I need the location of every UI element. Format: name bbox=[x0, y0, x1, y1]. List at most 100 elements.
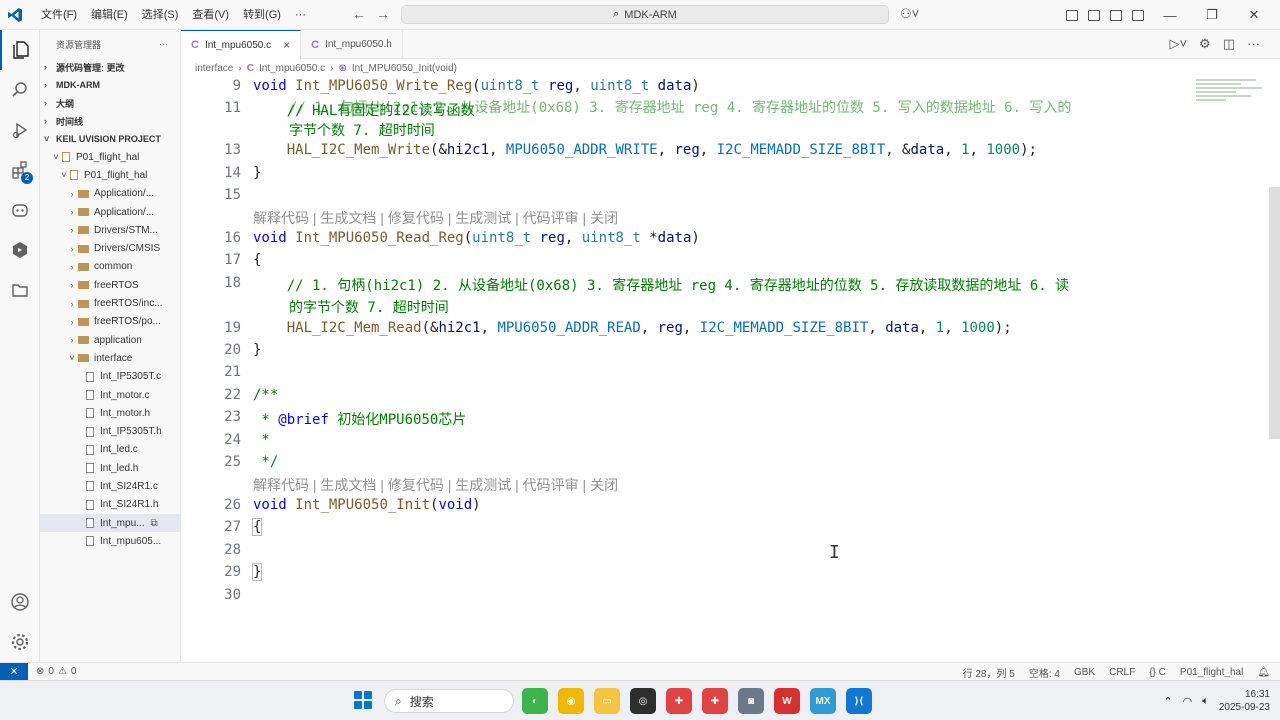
function-icon: ⊛ bbox=[338, 62, 347, 74]
more-actions-icon[interactable]: ··· bbox=[1247, 36, 1260, 52]
tree-folder-item[interactable]: › application bbox=[40, 331, 180, 349]
copilot-icon[interactable]: ⚇˅ bbox=[900, 6, 919, 22]
split-editor-icon[interactable]: ◫ bbox=[1223, 36, 1235, 52]
account-icon[interactable] bbox=[0, 582, 40, 622]
chevron-down-icon: ˅ bbox=[61, 170, 67, 181]
code-editor[interactable]: 9 11 13 14 15 16 17 18 19 20 21 22 23 24… bbox=[181, 77, 1280, 662]
chevron-right-icon: › bbox=[330, 62, 334, 74]
tree-folder-item[interactable]: › Application/... bbox=[40, 203, 180, 221]
chevron-up-icon[interactable]: ⌃ bbox=[1163, 695, 1172, 708]
tree-folder-item[interactable]: ˅ P01_flight_hal bbox=[40, 166, 180, 184]
app-icon[interactable]: ✚ bbox=[702, 688, 728, 714]
tab-int-mpu6050-h[interactable]: C Int_mpu6050.h bbox=[301, 30, 403, 59]
menu-selection[interactable]: 选择(S) bbox=[135, 0, 186, 30]
tree-file-item[interactable]: Int_SI24R1.h bbox=[40, 496, 180, 514]
menu-go[interactable]: 转到(G) bbox=[236, 0, 288, 30]
folder-icon[interactable] bbox=[0, 270, 40, 310]
widgets-icon[interactable]: ◐ bbox=[522, 688, 548, 714]
tree-folder-item[interactable]: › Drivers/STM... bbox=[40, 221, 180, 239]
copilot-chat-icon[interactable] bbox=[0, 190, 40, 230]
chrome-icon[interactable]: ◉ bbox=[558, 688, 584, 714]
tree-folder-item[interactable]: › freeRTOS/po... bbox=[40, 313, 180, 331]
menu-more[interactable]: ··· bbox=[288, 0, 313, 30]
forward-arrow-icon[interactable]: → bbox=[376, 6, 390, 22]
extensions-icon[interactable]: 2 bbox=[0, 150, 40, 190]
menu-file[interactable]: 文件(F) bbox=[34, 0, 84, 30]
settings-gear-icon[interactable]: ⚙ bbox=[1199, 36, 1211, 52]
tree-folder-item[interactable]: ˅ P01_flight_hal bbox=[40, 148, 180, 166]
section-outline[interactable]: › 大纲 bbox=[40, 94, 180, 112]
close-icon[interactable]: × bbox=[283, 38, 290, 52]
tree-file-item[interactable]: Int_motor.c bbox=[40, 386, 180, 404]
codelens-actions[interactable]: 解释代码 | 生成文档 | 修复代码 | 生成测试 | 代码评审 | 关闭 bbox=[253, 475, 618, 495]
tree-file-item[interactable]: Int_mpu... ⧉ bbox=[40, 513, 180, 533]
explorer-icon[interactable] bbox=[0, 30, 40, 70]
section-mdk-arm[interactable]: › MDK-ARM bbox=[40, 76, 180, 94]
minimap[interactable] bbox=[1196, 77, 1266, 117]
tab-int-mpu6050-c[interactable]: C Int_mpu6050.c × bbox=[181, 30, 302, 59]
language-mode[interactable]: {} C bbox=[1149, 667, 1166, 678]
wifi-icon[interactable]: ◠ bbox=[1183, 695, 1193, 708]
open-to-side-icon[interactable]: ⧉ bbox=[150, 518, 157, 529]
toggle-panel-icon[interactable] bbox=[1110, 9, 1122, 21]
taskbar-search[interactable]: ⌕ 搜索 bbox=[384, 689, 514, 713]
breadcrumb-symbol[interactable]: Int_MPU6050_Init(void) bbox=[352, 63, 457, 74]
indentation[interactable]: 空格: 4 bbox=[1029, 665, 1060, 680]
tree-folder-item[interactable]: › freeRTOS/inc... bbox=[40, 294, 180, 312]
tree-item-label: Drivers/CMSIS bbox=[94, 243, 161, 255]
app-icon[interactable]: ◎ bbox=[630, 688, 656, 714]
windows-start-icon[interactable] bbox=[354, 691, 372, 709]
tree-file-item[interactable]: Int_led.h bbox=[40, 459, 180, 477]
remote-explorer-icon[interactable] bbox=[0, 230, 40, 270]
command-center-search[interactable]: ⌕ MDK-ARM bbox=[401, 5, 889, 24]
back-arrow-icon[interactable]: ← bbox=[352, 6, 366, 22]
app-icon[interactable]: ✚ bbox=[666, 688, 692, 714]
breadcrumb-folder[interactable]: interface bbox=[195, 63, 233, 74]
tree-folder-item[interactable]: › Drivers/CMSIS bbox=[40, 239, 180, 257]
problems-indicator[interactable]: ⊗ 0 ⚠ 0 bbox=[36, 666, 76, 677]
breadcrumb-file[interactable]: Int_mpu6050.c bbox=[259, 63, 325, 74]
clock[interactable]: 16:31 2025-09-23 bbox=[1219, 688, 1270, 714]
layout-icon[interactable] bbox=[1066, 9, 1078, 21]
tree-folder-item[interactable]: › Application/... bbox=[40, 185, 180, 203]
stm32cubemx-icon[interactable]: MX bbox=[810, 688, 836, 714]
tree-folder-item[interactable]: › freeRTOS bbox=[40, 276, 180, 294]
vscode-taskbar-icon[interactable]: ⟩⟨ bbox=[846, 688, 872, 714]
file-explorer-icon[interactable]: ▭ bbox=[594, 688, 620, 714]
section-timeline[interactable]: › 时间线 bbox=[40, 112, 180, 130]
toggle-sidebar-icon[interactable] bbox=[1088, 9, 1100, 21]
wps-icon[interactable]: W bbox=[774, 688, 800, 714]
close-window-icon[interactable]: ✕ bbox=[1238, 7, 1270, 23]
settings-gear-icon[interactable] bbox=[0, 622, 40, 662]
remote-icon[interactable]: ✕ bbox=[0, 662, 28, 681]
menu-edit[interactable]: 编辑(E) bbox=[84, 0, 135, 30]
minimize-icon[interactable]: — bbox=[1154, 8, 1186, 23]
section-keil-project[interactable]: ˅ KEIL UVISION PROJECT bbox=[40, 130, 180, 148]
toggle-secondary-sidebar-icon[interactable] bbox=[1132, 9, 1144, 21]
tree-file-item[interactable]: Int_IP5305T.h bbox=[40, 422, 180, 440]
tree-file-item[interactable]: Int_SI24R1.c bbox=[40, 477, 180, 495]
cursor-position[interactable]: 行 28，列 5 bbox=[963, 665, 1015, 680]
search-sidebar-icon[interactable] bbox=[0, 70, 40, 110]
explorer-more-icon[interactable]: ··· bbox=[159, 39, 168, 49]
encoding[interactable]: GBK bbox=[1074, 667, 1095, 678]
bell-icon[interactable]: 🔔︎ bbox=[1257, 667, 1270, 678]
tree-folder-item[interactable]: ˅ interface bbox=[40, 349, 180, 367]
camera-icon[interactable]: ◙ bbox=[738, 688, 764, 714]
vertical-scrollbar[interactable] bbox=[1269, 187, 1280, 439]
tree-file-item[interactable]: Int_led.c bbox=[40, 441, 180, 459]
menu-view[interactable]: 查看(V) bbox=[185, 0, 236, 30]
line-ending[interactable]: CRLF bbox=[1109, 667, 1135, 678]
status-bar-right: 行 28，列 5 空格: 4 GBK CRLF {} C P01_flight_… bbox=[963, 663, 1270, 681]
tree-folder-item[interactable]: › common bbox=[40, 258, 180, 276]
volume-icon[interactable]: 🔈︎ bbox=[1202, 695, 1209, 708]
maximize-icon[interactable]: ❐ bbox=[1196, 7, 1228, 23]
section-source-control[interactable]: › 源代码管理: 更改 bbox=[40, 58, 180, 76]
tree-file-item[interactable]: Int_IP5305T.c bbox=[40, 368, 180, 386]
project-indicator[interactable]: P01_flight_hal bbox=[1180, 667, 1243, 678]
run-debug-icon[interactable] bbox=[0, 110, 40, 150]
tree-file-item[interactable]: Int_mpu605... bbox=[40, 532, 180, 550]
tree-file-item[interactable]: Int_motor.h bbox=[40, 404, 180, 422]
codelens-actions[interactable]: 解释代码 | 生成文档 | 修复代码 | 生成测试 | 代码评审 | 关闭 bbox=[253, 208, 618, 228]
run-icon[interactable]: ▷˅ bbox=[1169, 36, 1187, 52]
